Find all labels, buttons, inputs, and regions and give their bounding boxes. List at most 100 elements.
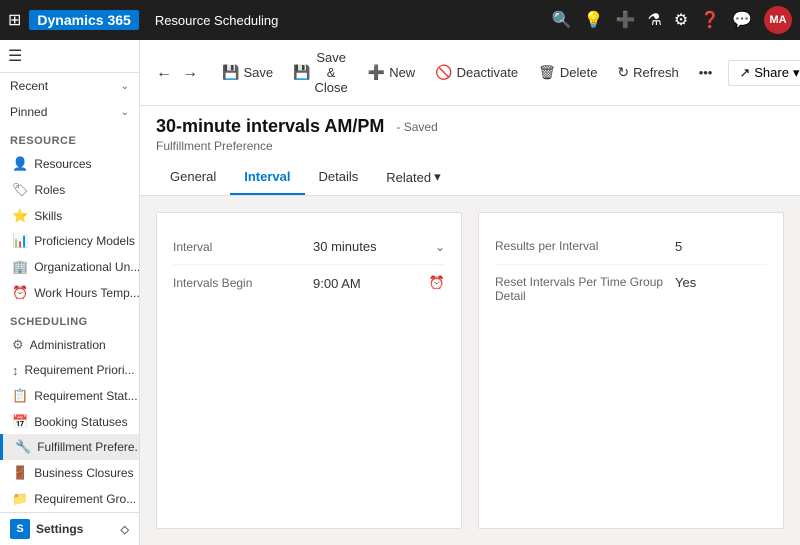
new-button[interactable]: ➕ New (360, 60, 423, 85)
tab-details[interactable]: Details (305, 161, 373, 195)
grid-icon[interactable]: ⊞ (8, 10, 21, 30)
sidebar-item-proficiency[interactable]: 📊 Proficiency Models (0, 229, 139, 255)
share-button[interactable]: ↗ Share ▾ (728, 60, 800, 86)
sidebar-item-resources[interactable]: 👤 Resources (0, 151, 139, 177)
help-icon[interactable]: ❓ (700, 10, 720, 30)
req-status-icon: 📋 (12, 388, 28, 404)
toolbar-nav: ← → (152, 62, 202, 84)
interval-value[interactable]: 30 minutes ⌄ (313, 239, 445, 254)
interval-dropdown-icon[interactable]: ⌄ (435, 240, 445, 254)
interval-card: Interval 30 minutes ⌄ Intervals Begin 9:… (156, 212, 462, 529)
req-priority-icon: ↕ (12, 363, 19, 378)
results-card: Results per Interval 5 Reset Intervals P… (478, 212, 784, 529)
booking-label: Booking Statuses (34, 415, 127, 429)
sidebar-item-req-priority[interactable]: ↕ Requirement Priori... (0, 358, 139, 383)
form-area: Interval 30 minutes ⌄ Intervals Begin 9:… (140, 196, 800, 545)
search-icon[interactable]: 🔍 (552, 10, 572, 30)
settings-s-icon: S (10, 519, 30, 539)
sidebar-item-booking-statuses[interactable]: 📅 Booking Statuses (0, 409, 139, 435)
page-title: 30-minute intervals AM/PM (156, 116, 384, 137)
forward-button[interactable]: → (178, 62, 202, 84)
req-groups-icon: 📁 (12, 491, 28, 507)
details-tab-label: Details (319, 169, 359, 184)
refresh-button[interactable]: ↻ Refresh (609, 60, 686, 85)
settings-icon[interactable]: ⚙ (674, 10, 688, 30)
org-icon: 🏢 (12, 259, 28, 275)
recent-section[interactable]: Recent ⌄ (0, 73, 139, 99)
org-label: Organizational Un... (34, 260, 139, 274)
related-tab-label: Related (386, 170, 431, 185)
share-drop-icon: ▾ (793, 65, 800, 81)
save-label: Save (243, 65, 273, 80)
sidebar-item-req-status[interactable]: 📋 Requirement Stat... (0, 383, 139, 409)
app-name[interactable]: Dynamics 365 (29, 10, 138, 30)
related-drop-icon: ▾ (434, 169, 441, 185)
interval-text: 30 minutes (313, 239, 377, 254)
pinned-section[interactable]: Pinned ⌄ (0, 99, 139, 125)
sidebar: ☰ Recent ⌄ Pinned ⌄ Resource 👤 Resources… (0, 40, 140, 545)
save-close-button[interactable]: 💾 Save & Close (285, 46, 356, 99)
share-label: Share (754, 65, 789, 80)
sidebar-item-skills[interactable]: ⭐ Skills (0, 203, 139, 229)
avatar[interactable]: MA (764, 6, 792, 34)
refresh-label: Refresh (633, 65, 679, 80)
reset-intervals-label: Reset Intervals Per Time Group Detail (495, 275, 675, 303)
share-icon: ↗ (739, 65, 750, 81)
new-icon: ➕ (368, 64, 385, 81)
results-per-interval-value: 5 (675, 239, 682, 254)
general-tab-label: General (170, 169, 216, 184)
proficiency-label: Proficiency Models (34, 234, 135, 248)
reset-intervals-value: Yes (675, 275, 696, 290)
more-button[interactable]: ••• (691, 61, 721, 84)
refresh-icon: ↻ (617, 64, 629, 81)
clock-icon[interactable]: ⏰ (429, 275, 445, 291)
results-per-interval-field: Results per Interval 5 (495, 229, 767, 265)
sidebar-item-roles[interactable]: 🏷 Roles (0, 177, 139, 203)
save-close-label: Save & Close (315, 50, 348, 95)
sidebar-item-fulfillment[interactable]: 🔧 Fulfillment Prefere... (0, 434, 139, 460)
deactivate-button[interactable]: 🚫 Deactivate (427, 60, 526, 85)
admin-icon: ⚙ (12, 337, 24, 353)
sidebar-item-org-units[interactable]: 🏢 Organizational Un... (0, 254, 139, 280)
interval-field: Interval 30 minutes ⌄ (173, 229, 445, 265)
sidebar-item-administration[interactable]: ⚙ Administration (0, 332, 139, 358)
fulfillment-label: Fulfillment Prefere... (37, 440, 139, 454)
reset-intervals-field: Reset Intervals Per Time Group Detail Ye… (495, 265, 767, 313)
back-button[interactable]: ← (152, 62, 176, 84)
roles-label: Roles (35, 183, 66, 197)
filter-icon[interactable]: ⚗ (647, 10, 661, 30)
sidebar-item-req-groups[interactable]: 📁 Requirement Gro... (0, 486, 139, 512)
delete-button[interactable]: 🗑 Delete (530, 60, 605, 85)
intervals-begin-field: Intervals Begin 9:00 AM ⏰ (173, 265, 445, 301)
hamburger-icon[interactable]: ☰ (8, 48, 22, 65)
resources-label: Resources (34, 157, 91, 171)
proficiency-icon: 📊 (12, 233, 28, 249)
top-navigation: ⊞ Dynamics 365 Resource Scheduling 🔍 💡 ➕… (0, 0, 800, 40)
chat-icon[interactable]: 💬 (732, 10, 752, 30)
add-icon[interactable]: ➕ (616, 10, 636, 30)
sidebar-top: ☰ (0, 40, 139, 73)
tab-related[interactable]: Related ▾ (372, 161, 454, 195)
recent-label: Recent (10, 79, 48, 93)
interval-tab-label: Interval (244, 169, 290, 184)
interval-label: Interval (173, 240, 313, 254)
fulfillment-icon: 🔧 (15, 439, 31, 455)
req-groups-label: Requirement Gro... (34, 492, 136, 506)
pinned-label: Pinned (10, 105, 47, 119)
intervals-begin-value[interactable]: 9:00 AM ⏰ (313, 275, 445, 291)
sidebar-item-business-closures[interactable]: 🚪 Business Closures (0, 460, 139, 486)
closures-label: Business Closures (34, 466, 133, 480)
settings-nav[interactable]: S Settings ◇ (0, 512, 139, 545)
nav-icons: 🔍 💡 ➕ ⚗ ⚙ ❓ 💬 MA (552, 6, 792, 34)
deactivate-label: Deactivate (457, 65, 518, 80)
tab-general[interactable]: General (156, 161, 230, 195)
save-button[interactable]: 💾 Save (214, 60, 281, 85)
more-icon: ••• (699, 65, 713, 80)
tab-interval[interactable]: Interval (230, 161, 304, 195)
resources-icon: 👤 (12, 156, 28, 172)
sidebar-item-work-hours[interactable]: ⏰ Work Hours Temp... (0, 280, 139, 306)
page-saved: - Saved (396, 120, 437, 134)
content-area: ← → 💾 Save 💾 Save & Close ➕ New 🚫 Deacti… (140, 40, 800, 545)
page-header: 30-minute intervals AM/PM - Saved Fulfil… (140, 106, 800, 196)
lightbulb-icon[interactable]: 💡 (584, 10, 604, 30)
